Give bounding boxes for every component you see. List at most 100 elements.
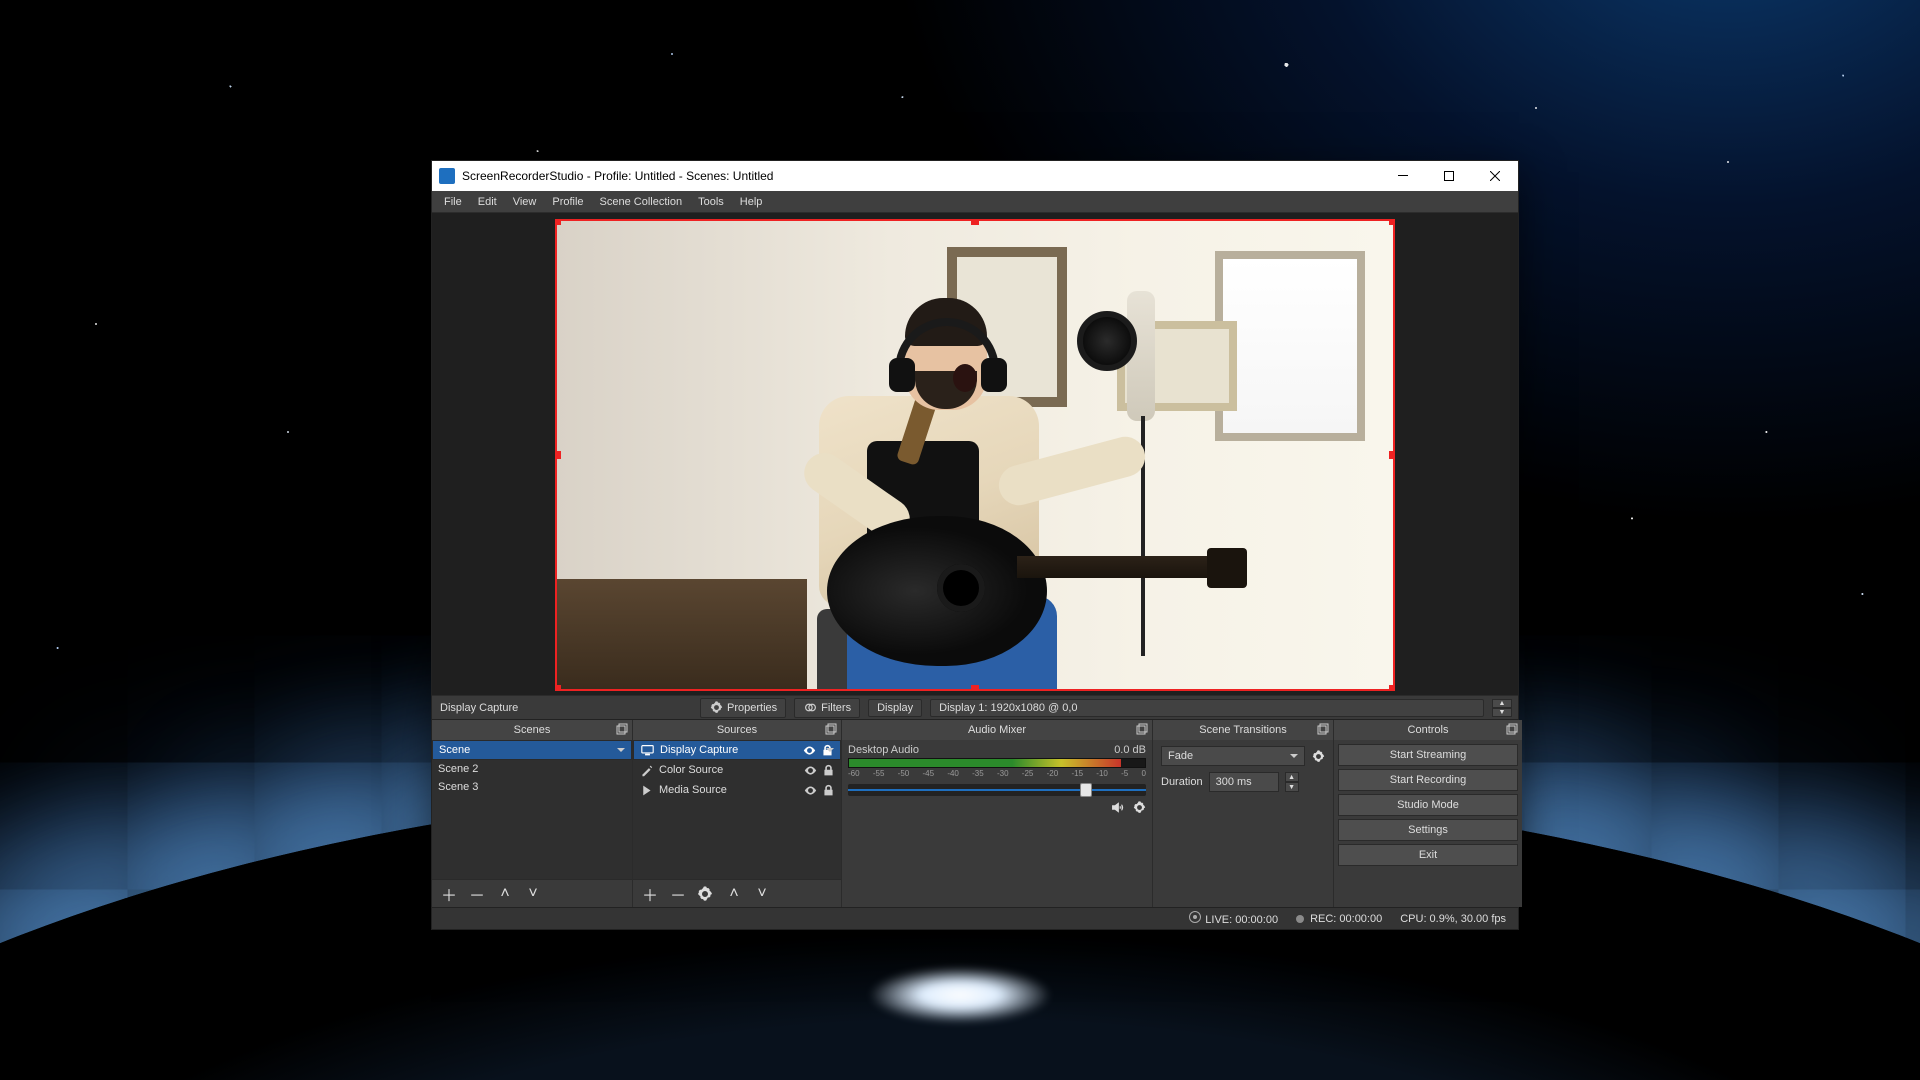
resize-handle[interactable] xyxy=(555,219,561,225)
resize-handle[interactable] xyxy=(555,451,561,459)
selected-source-label: Display Capture xyxy=(438,702,692,714)
scenes-list[interactable]: Scene Scene 2 Scene 3 xyxy=(432,740,632,879)
sources-toolbar: ＋ － ˄ ˅ xyxy=(633,879,841,907)
resize-handle[interactable] xyxy=(971,685,979,691)
transition-type-value: Fade xyxy=(1168,750,1193,762)
menu-file[interactable]: File xyxy=(436,194,470,210)
exit-button[interactable]: Exit xyxy=(1338,844,1518,866)
scenes-title: Scenes xyxy=(514,724,551,736)
window-title: ScreenRecorderStudio - Profile: Untitled… xyxy=(462,169,1380,183)
source-item[interactable]: Display Capture xyxy=(633,740,841,760)
popout-icon[interactable] xyxy=(616,723,628,735)
app-window: ScreenRecorderStudio - Profile: Untitled… xyxy=(431,160,1519,930)
window-minimize-button[interactable] xyxy=(1380,161,1426,191)
audio-mixer-title: Audio Mixer xyxy=(968,724,1026,736)
move-scene-up-button[interactable]: ˄ xyxy=(496,885,514,903)
menu-help[interactable]: Help xyxy=(732,194,771,210)
meter-ticks: -60-55-50 -45-40-35 -30-25-20 -15-10-5 0 xyxy=(848,769,1146,778)
volume-slider[interactable] xyxy=(848,784,1146,796)
eye-icon[interactable] xyxy=(803,783,817,797)
media-source-icon xyxy=(639,783,653,797)
audio-mixer-header: Audio Mixer xyxy=(842,720,1152,740)
filters-button[interactable]: Filters xyxy=(794,698,860,718)
add-source-button[interactable]: ＋ xyxy=(641,882,659,906)
scene-item[interactable]: Scene 2 xyxy=(432,760,632,778)
eye-icon[interactable] xyxy=(802,743,816,757)
docks: Scenes Scene Scene 2 Scene 3 ＋ － ˄ ˅ Sou… xyxy=(432,719,1518,907)
scenes-header: Scenes xyxy=(432,720,632,740)
source-label: Color Source xyxy=(659,764,723,776)
menubar: File Edit View Profile Scene Collection … xyxy=(432,191,1518,213)
lock-icon[interactable] xyxy=(820,743,834,757)
audio-meter xyxy=(848,758,1146,768)
move-source-up-button[interactable]: ˄ xyxy=(725,885,743,903)
sources-list[interactable]: Display Capture Color Source xyxy=(633,740,841,879)
source-info-bar: Display Capture Properties Filters Displ… xyxy=(432,695,1518,719)
window-close-button[interactable] xyxy=(1472,161,1518,191)
popout-icon[interactable] xyxy=(1506,723,1518,735)
move-source-down-button[interactable]: ˅ xyxy=(753,885,771,903)
source-label: Media Source xyxy=(659,784,727,796)
add-scene-button[interactable]: ＋ xyxy=(440,882,458,906)
start-streaming-button[interactable]: Start Streaming xyxy=(1338,744,1518,766)
menu-tools[interactable]: Tools xyxy=(690,194,732,210)
transition-type-select[interactable]: Fade xyxy=(1161,746,1305,766)
sources-panel: Sources Display Capture Color Source xyxy=(633,720,841,907)
resize-handle[interactable] xyxy=(1389,451,1395,459)
mixer-readout: 0.0 dB xyxy=(1114,744,1146,756)
color-source-icon xyxy=(639,763,653,777)
status-bar: LIVE: 00:00:00 REC: 00:00:00 CPU: 0.9%, … xyxy=(432,907,1518,929)
menu-edit[interactable]: Edit xyxy=(470,194,505,210)
lock-icon[interactable] xyxy=(821,783,835,797)
window-maximize-button[interactable] xyxy=(1426,161,1472,191)
menu-profile[interactable]: Profile xyxy=(544,194,591,210)
scene-item[interactable]: Scene 3 xyxy=(432,778,632,796)
transitions-panel: Scene Transitions Fade Duration 300 ms ▲… xyxy=(1153,720,1333,907)
popout-icon[interactable] xyxy=(1136,723,1148,735)
duration-input[interactable]: 300 ms xyxy=(1209,772,1279,792)
scene-item[interactable]: Scene xyxy=(432,740,632,760)
display-label: Display xyxy=(868,699,922,717)
eye-icon[interactable] xyxy=(803,763,817,777)
sources-title: Sources xyxy=(717,724,757,736)
scenes-toolbar: ＋ － ˄ ˅ xyxy=(432,879,632,907)
menu-view[interactable]: View xyxy=(505,194,545,210)
resize-handle[interactable] xyxy=(1389,685,1395,691)
mixer-channel: Desktop Audio 0.0 dB -60-55-50 -45-40-35… xyxy=(842,740,1152,820)
gear-icon xyxy=(709,701,723,715)
audio-mixer-panel: Audio Mixer Desktop Audio 0.0 dB -60-55-… xyxy=(842,720,1152,907)
scenes-panel: Scenes Scene Scene 2 Scene 3 ＋ － ˄ ˅ xyxy=(432,720,632,907)
display-spin[interactable]: ▲▼ xyxy=(1492,699,1512,717)
move-scene-down-button[interactable]: ˅ xyxy=(524,885,542,903)
popout-icon[interactable] xyxy=(1317,723,1329,735)
resize-handle[interactable] xyxy=(555,685,561,691)
properties-button[interactable]: Properties xyxy=(700,698,786,718)
resize-handle[interactable] xyxy=(1389,219,1395,225)
lock-icon[interactable] xyxy=(821,763,835,777)
channel-settings-button[interactable] xyxy=(1132,800,1146,814)
controls-header: Controls xyxy=(1334,720,1522,740)
settings-button[interactable]: Settings xyxy=(1338,819,1518,841)
speaker-icon[interactable] xyxy=(1110,800,1124,814)
popout-icon[interactable] xyxy=(825,723,837,735)
source-properties-button[interactable] xyxy=(697,886,715,902)
menu-scene-collection[interactable]: Scene Collection xyxy=(592,194,691,210)
resize-handle[interactable] xyxy=(971,219,979,225)
controls-title: Controls xyxy=(1408,724,1449,736)
remove-scene-button[interactable]: － xyxy=(468,882,486,906)
start-recording-button[interactable]: Start Recording xyxy=(1338,769,1518,791)
transition-settings-button[interactable] xyxy=(1311,749,1325,763)
cpu-status: CPU: 0.9%, 30.00 fps xyxy=(1400,913,1506,925)
studio-mode-button[interactable]: Studio Mode xyxy=(1338,794,1518,816)
titlebar[interactable]: ScreenRecorderStudio - Profile: Untitled… xyxy=(432,161,1518,191)
rec-status: REC: 00:00:00 xyxy=(1296,913,1382,925)
source-item[interactable]: Media Source xyxy=(633,780,841,800)
preview-canvas[interactable] xyxy=(555,219,1395,691)
duration-label: Duration xyxy=(1161,776,1203,788)
controls-panel: Controls Start Streaming Start Recording… xyxy=(1334,720,1522,907)
remove-source-button[interactable]: － xyxy=(669,882,687,906)
transitions-header: Scene Transitions xyxy=(1153,720,1333,740)
display-select[interactable]: Display 1: 1920x1080 @ 0,0 xyxy=(930,699,1484,717)
source-item[interactable]: Color Source xyxy=(633,760,841,780)
duration-spinner[interactable]: ▲▼ xyxy=(1285,772,1299,792)
